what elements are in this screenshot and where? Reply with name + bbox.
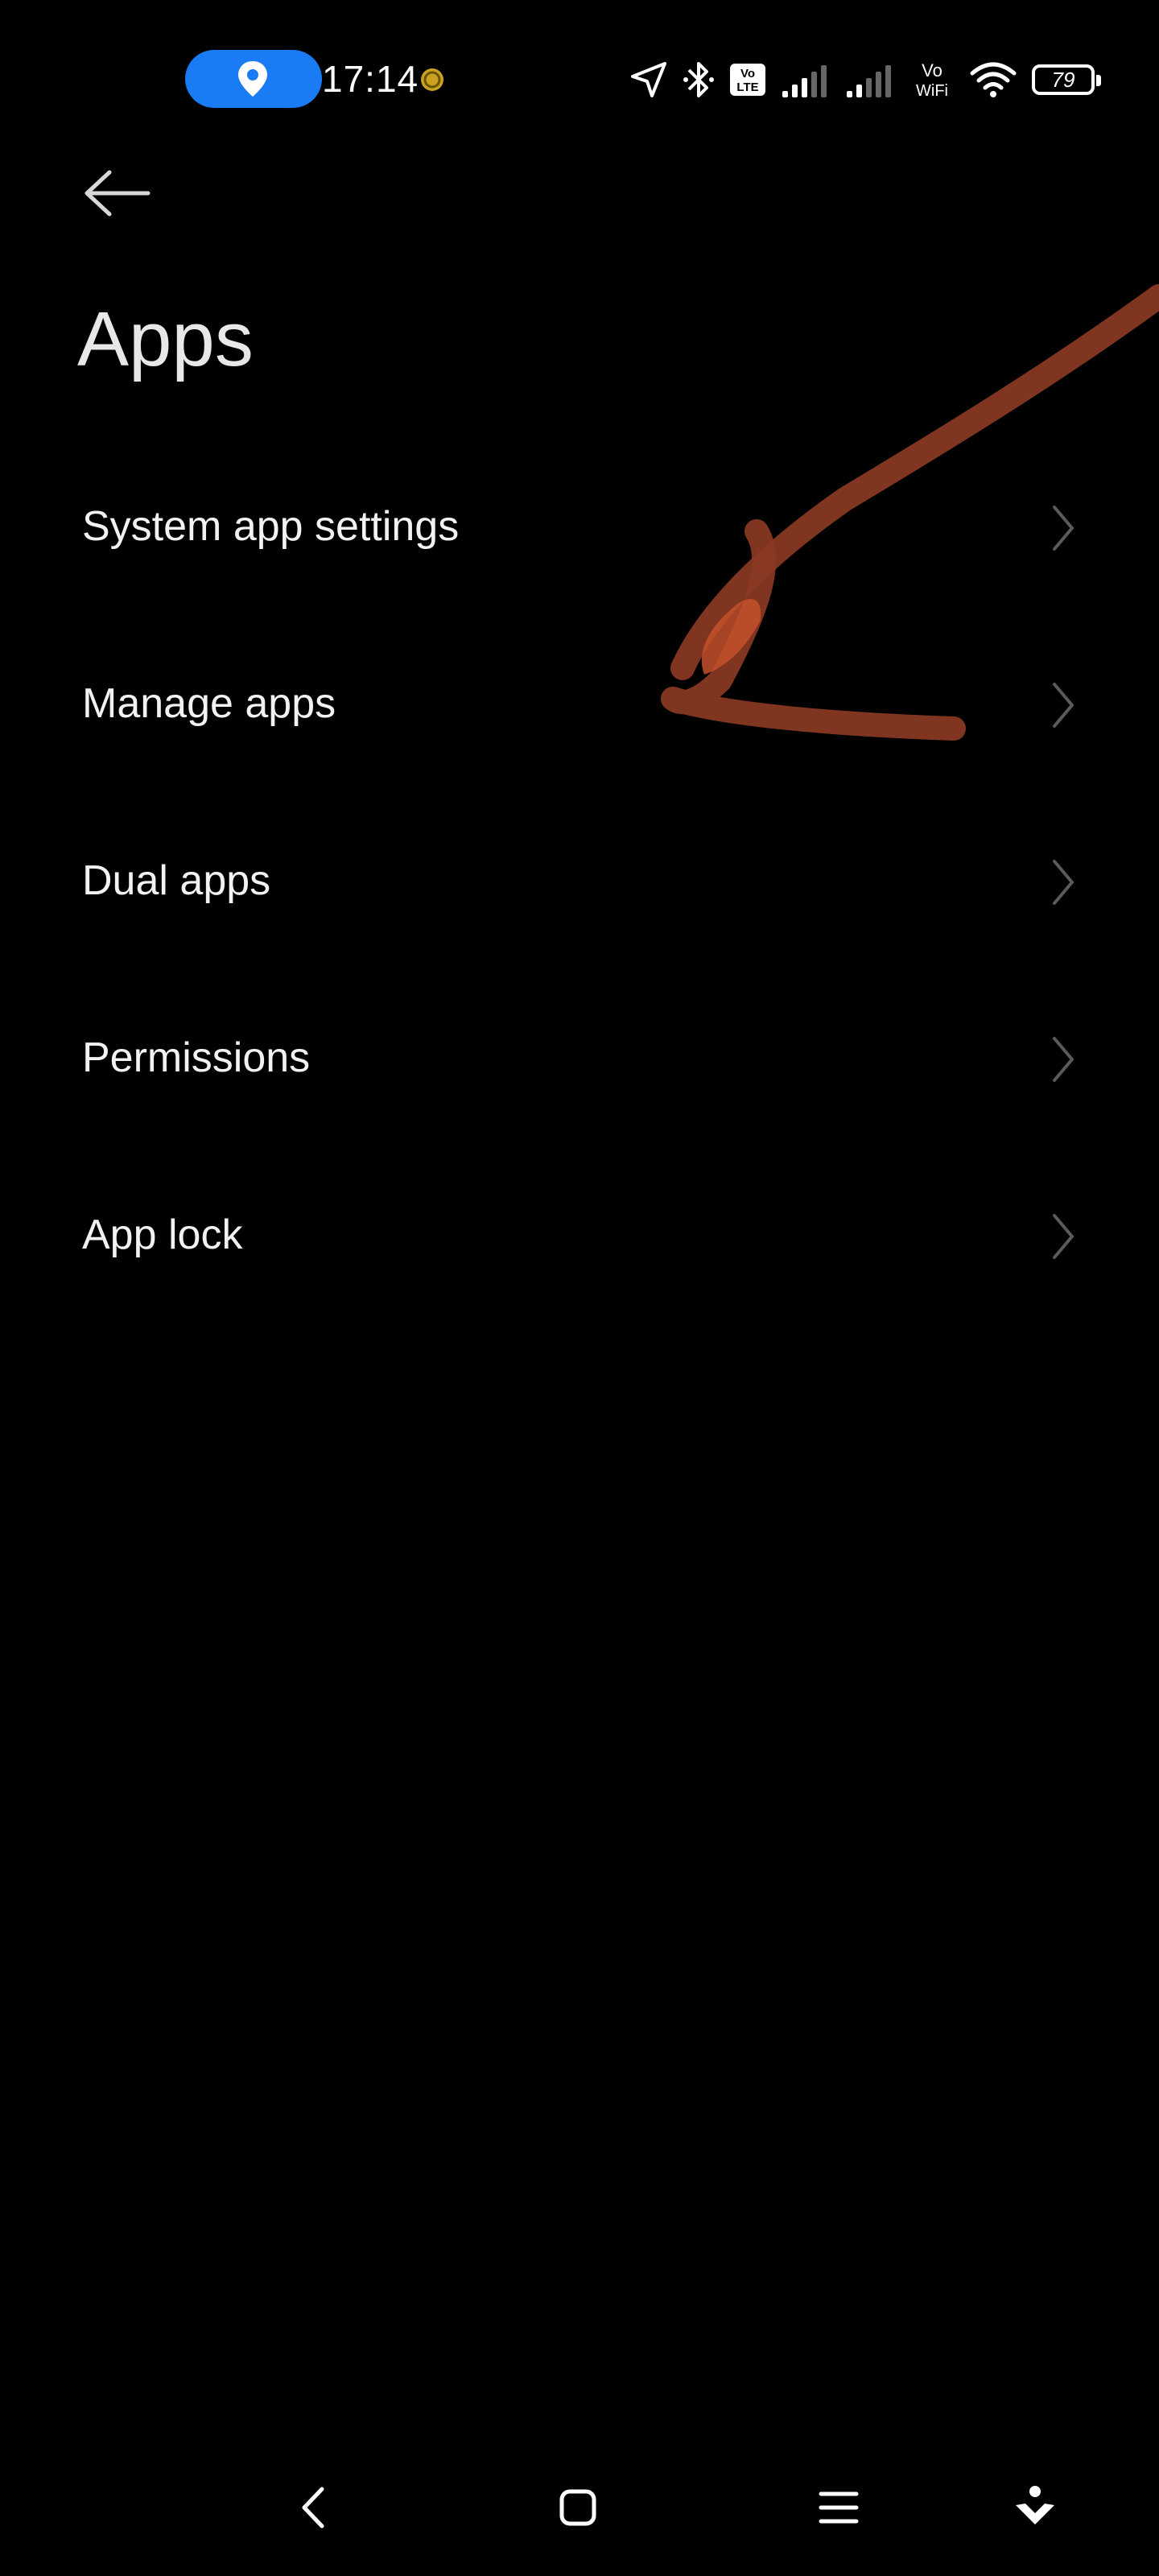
back-button[interactable]	[79, 161, 155, 225]
wifi-icon	[970, 62, 1017, 97]
battery-level: 79	[1051, 68, 1075, 92]
coin-icon	[421, 68, 443, 91]
arrow-left-icon	[85, 170, 151, 217]
chevron-right-icon	[1053, 860, 1074, 905]
location-pin-icon	[238, 61, 267, 97]
menu-item-permissions[interactable]: Permissions	[0, 971, 1159, 1148]
location-pill[interactable]	[185, 50, 322, 108]
status-bar: 17:14 Vo LTE Vo WiFi 79	[0, 0, 1159, 161]
volte-icon: Vo LTE	[730, 64, 765, 96]
navigation-arrow-icon	[631, 62, 666, 97]
chevron-right-icon	[1053, 506, 1074, 551]
chevron-right-icon	[1053, 1037, 1074, 1082]
menu-item-label: Dual apps	[82, 857, 271, 904]
bluetooth-icon	[683, 62, 714, 97]
menu-icon	[819, 2491, 859, 2524]
menu-item-system-app-settings[interactable]: System app settings	[0, 440, 1159, 617]
status-icons: Vo LTE Vo WiFi 79	[615, 53, 1101, 106]
status-time: 17:14	[322, 58, 419, 100]
chevron-right-icon	[1053, 683, 1074, 728]
page-title: Apps	[77, 296, 254, 382]
vowifi-icon: Vo WiFi	[916, 60, 948, 100]
back-icon	[302, 2487, 324, 2529]
menu-item-label: App lock	[82, 1212, 243, 1258]
menu-list: System app settings Manage apps Dual app…	[0, 440, 1159, 1325]
svg-text:LTE: LTE	[736, 80, 758, 94]
menu-item-label: Manage apps	[82, 680, 336, 727]
menu-item-app-lock[interactable]: App lock	[0, 1148, 1159, 1325]
menu-item-label: System app settings	[82, 503, 460, 550]
navigation-bar	[0, 2463, 1159, 2552]
chevron-right-icon	[1053, 1214, 1074, 1259]
nav-home-button[interactable]	[554, 2481, 602, 2538]
home-icon	[559, 2489, 596, 2526]
nav-recents-button[interactable]	[815, 2481, 863, 2538]
nav-accessibility-button[interactable]	[1011, 2481, 1059, 2538]
menu-item-dual-apps[interactable]: Dual apps	[0, 794, 1159, 971]
menu-item-manage-apps[interactable]: Manage apps	[0, 617, 1159, 794]
svg-text:Vo: Vo	[740, 67, 755, 80]
svg-text:Vo: Vo	[922, 60, 942, 80]
signal-icon	[847, 65, 891, 97]
signal-icon	[782, 65, 827, 97]
accessibility-icon	[1016, 2486, 1054, 2524]
nav-back-button[interactable]	[290, 2481, 338, 2538]
battery-icon: 79	[1032, 64, 1101, 95]
menu-item-label: Permissions	[82, 1034, 311, 1081]
svg-text:WiFi: WiFi	[916, 82, 948, 100]
